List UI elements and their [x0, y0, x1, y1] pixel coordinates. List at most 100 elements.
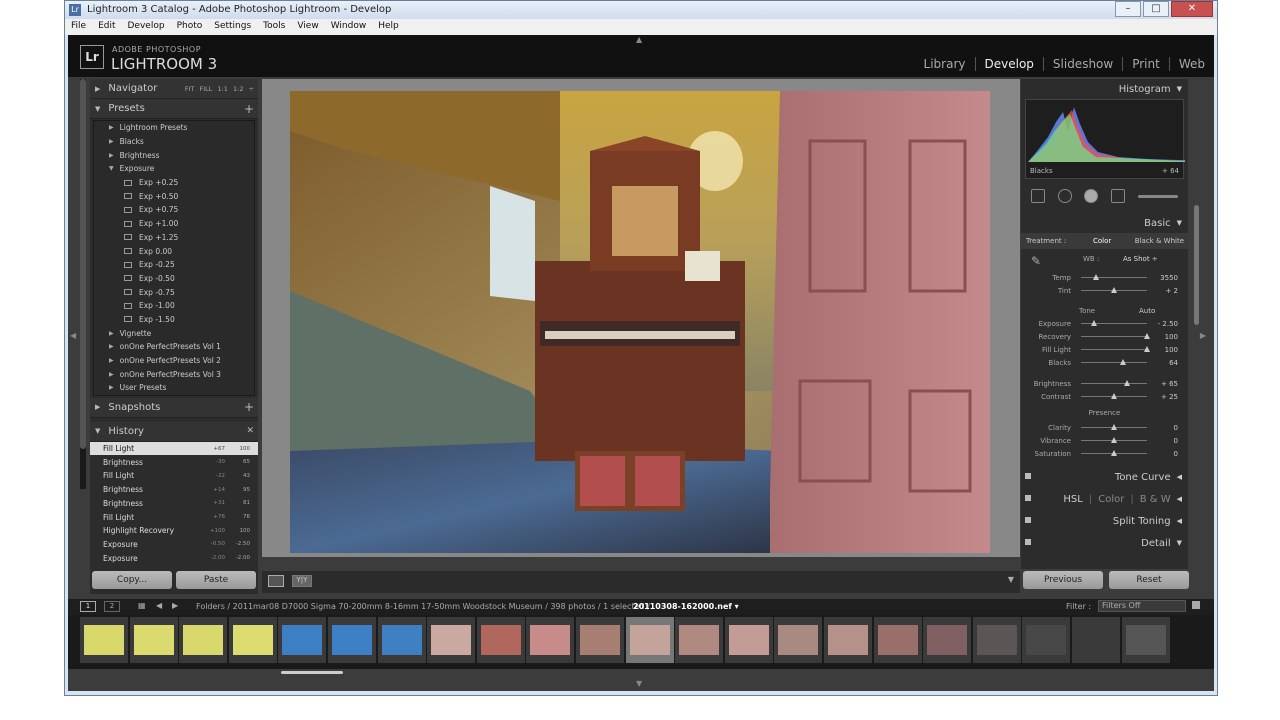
grid-view-icon[interactable]: ▦: [138, 601, 146, 610]
hsl-title[interactable]: HSL: [1063, 494, 1082, 505]
preset-item[interactable]: ▶ Vignette: [94, 326, 254, 340]
loupe-view-icon[interactable]: [268, 575, 284, 587]
slider-knob[interactable]: [1111, 393, 1117, 399]
preset-item[interactable]: Exp -0.75: [94, 285, 254, 299]
collapsed-triangle-icon[interactable]: ▶: [109, 138, 114, 145]
add-preset-icon[interactable]: +: [244, 102, 254, 116]
paste-button[interactable]: Paste: [176, 571, 256, 589]
slider-knob[interactable]: [1111, 437, 1117, 443]
filmstrip-thumbnail[interactable]: [228, 617, 277, 663]
menu-develop[interactable]: Develop: [122, 19, 171, 35]
slider-track[interactable]: [1081, 424, 1147, 430]
snapshots-header[interactable]: ▶ Snapshots +: [90, 397, 258, 418]
slider-value[interactable]: 0: [1174, 424, 1178, 432]
panel-switch-icon[interactable]: [1025, 517, 1031, 523]
spot-removal-icon[interactable]: [1057, 189, 1072, 203]
preset-item[interactable]: ▶ onOne PerfectPresets Vol 1: [94, 340, 254, 354]
auto-tone-button[interactable]: Auto: [1139, 307, 1155, 315]
slider-value[interactable]: 3550: [1160, 274, 1178, 282]
slider-knob[interactable]: [1111, 424, 1117, 430]
filter-lock-icon[interactable]: [1192, 601, 1200, 609]
menu-settings[interactable]: Settings: [208, 19, 257, 35]
filmstrip-thumbnail[interactable]: [80, 617, 128, 663]
collapsed-triangle-icon[interactable]: ▶: [109, 124, 114, 131]
slider-value[interactable]: 100: [1165, 346, 1178, 354]
maximize-button[interactable]: □: [1143, 1, 1169, 17]
filmstrip-thumbnail[interactable]: [576, 617, 624, 663]
split-toning-header[interactable]: Split Toning ◀: [1021, 510, 1188, 532]
slider-knob[interactable]: [1144, 333, 1150, 339]
expanded-triangle-icon[interactable]: ▼: [109, 165, 114, 172]
back-arrow-icon[interactable]: ◀: [156, 601, 162, 610]
slider-track[interactable]: [1081, 320, 1147, 326]
slider-value[interactable]: 100: [1165, 333, 1178, 341]
slider-track[interactable]: [1081, 346, 1150, 352]
slider-knob[interactable]: [1092, 274, 1099, 280]
filmstrip-thumbnail[interactable]: [328, 617, 376, 663]
history-step[interactable]: Highlight Recovery +100 100: [90, 524, 258, 538]
slider-knob[interactable]: [1120, 359, 1127, 365]
menu-edit[interactable]: Edit: [92, 19, 121, 35]
preset-item[interactable]: ▶ Brightness: [94, 148, 254, 162]
bottom-panel-toggle-icon[interactable]: ▼: [636, 679, 642, 688]
filmstrip-thumbnail[interactable]: [278, 617, 327, 663]
history-step[interactable]: Brightness +14 95: [90, 483, 258, 497]
filmstrip-thumbnail[interactable]: [129, 617, 178, 663]
history-step[interactable]: Fill Light +76 76: [90, 510, 258, 524]
collapsed-triangle-icon[interactable]: ▶: [109, 152, 114, 159]
menu-help[interactable]: Help: [372, 19, 405, 35]
slider-track[interactable]: [1081, 450, 1147, 456]
eyedropper-icon[interactable]: ✎: [1031, 254, 1041, 268]
filmstrip-thumbnail[interactable]: [675, 617, 724, 663]
reset-button[interactable]: Reset: [1109, 571, 1189, 589]
filmstrip-thumbnail[interactable]: [774, 617, 823, 663]
history-step[interactable]: Exposure -0.50 -2.50: [90, 538, 258, 552]
history-step[interactable]: Exposure -2.00 -2.00: [90, 551, 258, 565]
history-step[interactable]: Fill Light +67 100: [90, 441, 258, 456]
treatment-color[interactable]: Color: [1093, 237, 1111, 245]
module-slideshow[interactable]: Slideshow: [1042, 57, 1122, 71]
before-after-icon[interactable]: Y|Y: [292, 575, 312, 587]
filmstrip-thumbnail[interactable]: [873, 617, 922, 663]
slider-value[interactable]: 0: [1174, 450, 1178, 458]
preset-item[interactable]: Exp -1.00: [94, 299, 254, 313]
slider-value[interactable]: - 2.50: [1158, 320, 1178, 328]
filmstrip-thumbnail[interactable]: [824, 617, 872, 663]
slider-knob[interactable]: [1111, 287, 1117, 293]
source-path[interactable]: Folders / 2011mar08 D7000 Sigma 70-200mm…: [196, 602, 650, 611]
history-header[interactable]: ▼ History ✕: [90, 421, 258, 442]
red-eye-icon[interactable]: [1084, 189, 1099, 203]
preset-item[interactable]: ▶ onOne PerfectPresets Vol 2: [94, 354, 254, 368]
collapsed-triangle-icon[interactable]: ▶: [109, 384, 114, 391]
slider-track[interactable]: [1081, 380, 1147, 386]
menu-window[interactable]: Window: [325, 19, 373, 35]
slider-value[interactable]: + 65: [1161, 380, 1178, 388]
filmstrip-thumbnail[interactable]: [526, 617, 575, 663]
right-panel-toggle-icon[interactable]: ▶: [1200, 331, 1206, 340]
preset-item[interactable]: ▶ Blacks: [94, 135, 254, 149]
clear-history-icon[interactable]: ✕: [246, 426, 254, 436]
panel-switch-icon[interactable]: [1025, 473, 1031, 479]
preset-item[interactable]: Exp 0.00: [94, 244, 254, 258]
slider-track[interactable]: [1081, 437, 1147, 443]
preset-item[interactable]: Exp -0.50: [94, 272, 254, 286]
preset-item[interactable]: ▼ Exposure: [94, 162, 254, 176]
preset-item[interactable]: Exp +1.00: [94, 217, 254, 231]
preset-item[interactable]: Exp +0.75: [94, 203, 254, 217]
bw-title[interactable]: B & W: [1140, 494, 1171, 505]
slider-knob[interactable]: [1091, 320, 1098, 326]
menu-photo[interactable]: Photo: [171, 19, 209, 35]
filmstrip-thumbnail[interactable]: [1022, 617, 1071, 663]
toolbar-menu-icon[interactable]: ▼: [1008, 575, 1014, 584]
slider-value[interactable]: 0: [1174, 437, 1178, 445]
filter-select[interactable]: Filters Off: [1098, 600, 1186, 612]
filmstrip-thumbnail[interactable]: [1121, 617, 1170, 663]
slider-track[interactable]: [1081, 274, 1147, 280]
image-canvas[interactable]: [262, 79, 1020, 557]
menu-view[interactable]: View: [291, 19, 324, 35]
hsl-header[interactable]: HSL | Color | B & W ◀: [1021, 488, 1188, 510]
slider-track[interactable]: [1081, 287, 1147, 293]
module-print[interactable]: Print: [1122, 57, 1169, 71]
history-step[interactable]: Brightness +31 81: [90, 497, 258, 511]
preset-item[interactable]: Exp -0.25: [94, 258, 254, 272]
